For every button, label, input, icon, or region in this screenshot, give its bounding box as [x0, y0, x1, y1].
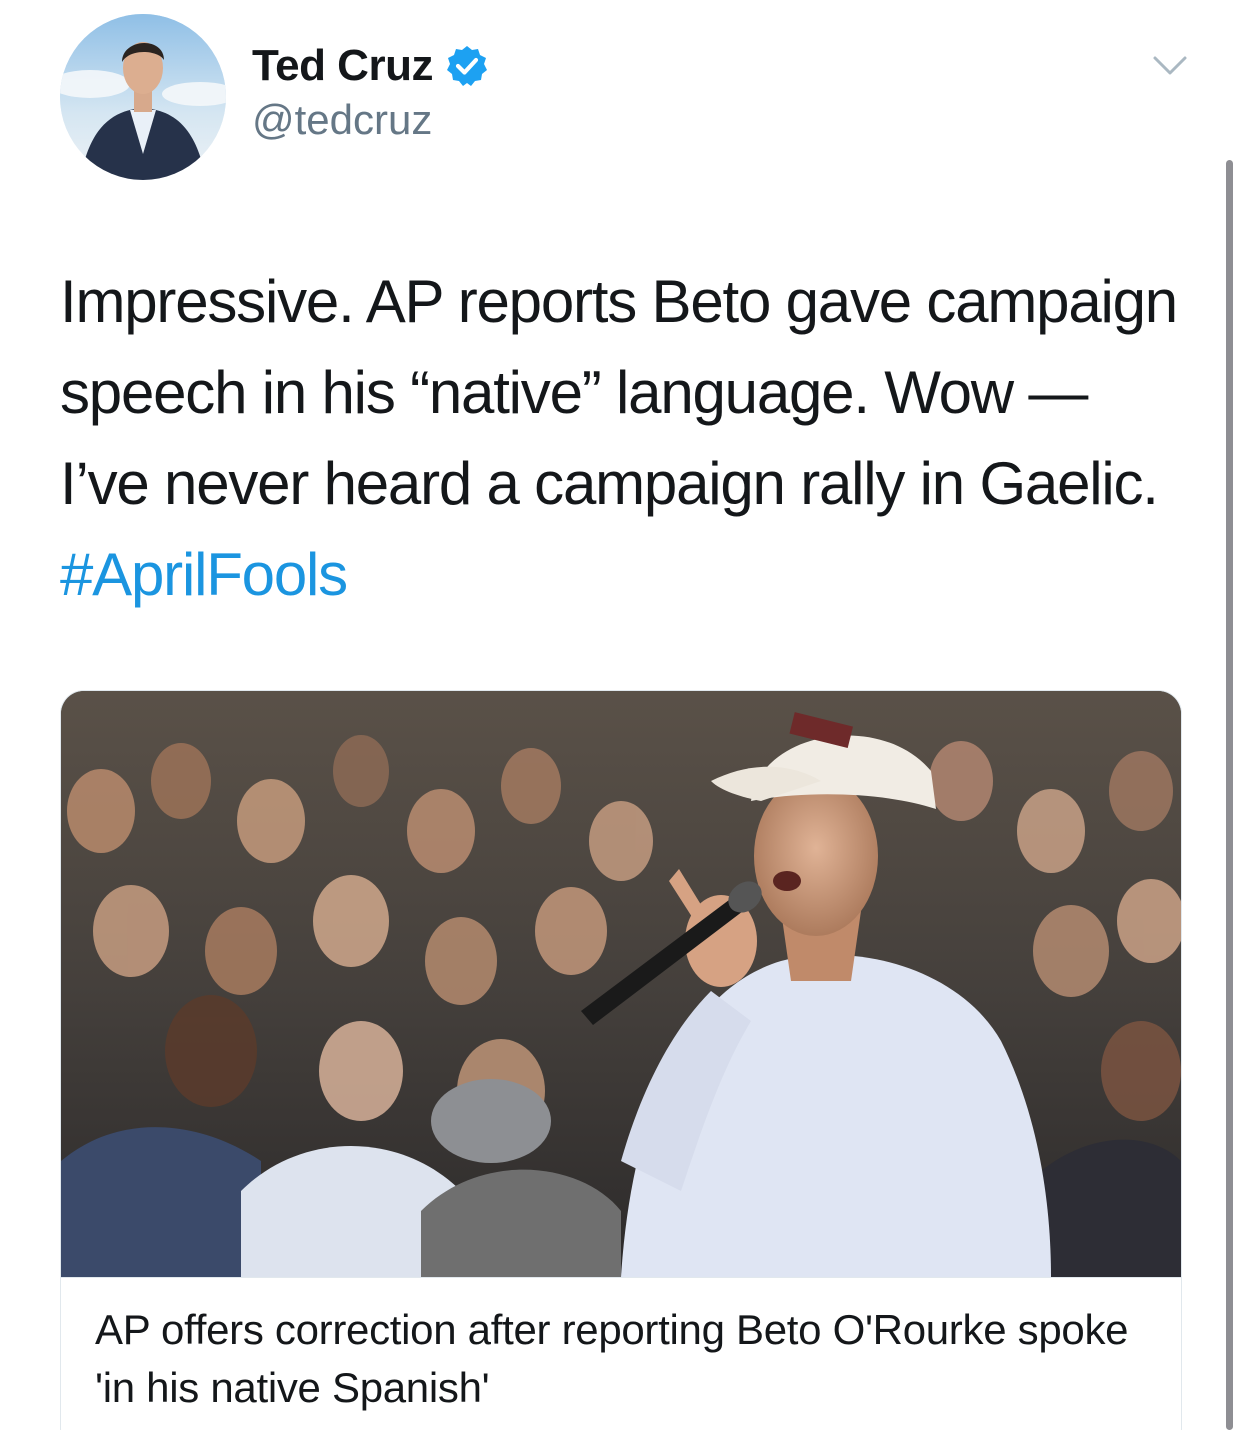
tweet-detail-page: Ted Cruz @tedcruz Impressive. AP reports…	[0, 0, 1242, 1430]
author-name-row[interactable]: Ted Cruz	[252, 38, 489, 94]
profile-photo-icon	[60, 14, 226, 180]
card-divider	[61, 1277, 1181, 1278]
hashtag-link[interactable]: #AprilFools	[60, 541, 348, 608]
tweet-text: Impressive. AP reports Beto gave campaig…	[60, 256, 1180, 620]
chevron-down-icon[interactable]	[1150, 52, 1190, 80]
avatar[interactable]	[60, 14, 226, 180]
tweet-body: Impressive. AP reports Beto gave campaig…	[60, 268, 1178, 517]
scrollbar[interactable]	[1226, 160, 1233, 1430]
link-card[interactable]: AP offers correction after reporting Bet…	[60, 690, 1182, 1430]
rally-photo-icon	[61, 691, 1181, 1277]
author-handle[interactable]: @tedcruz	[252, 96, 432, 144]
author-display-name[interactable]: Ted Cruz	[252, 41, 433, 91]
card-image[interactable]	[61, 691, 1181, 1277]
verified-badge-icon	[445, 44, 489, 88]
card-title[interactable]: AP offers correction after reporting Bet…	[95, 1301, 1155, 1417]
